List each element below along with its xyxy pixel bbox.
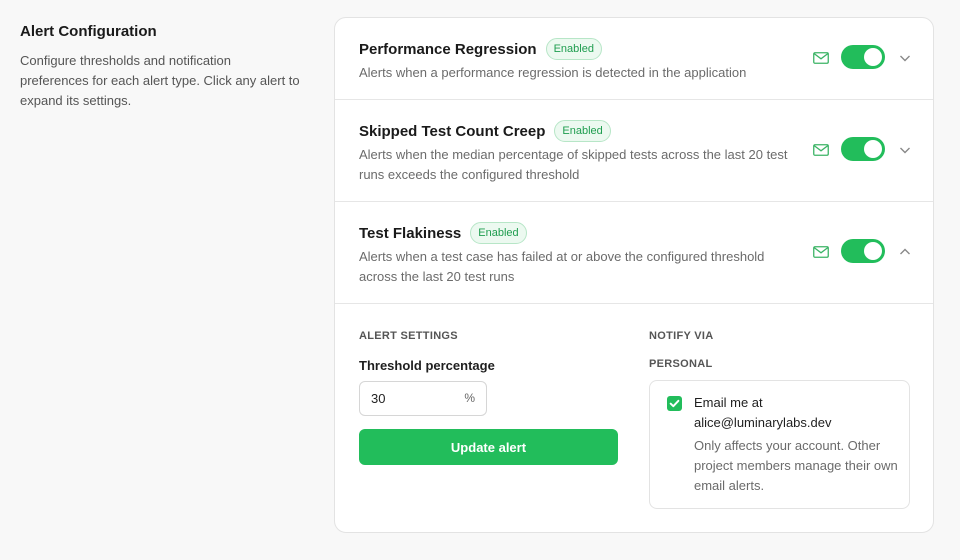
- email-checkbox[interactable]: [667, 396, 682, 411]
- chevron-up-icon[interactable]: [899, 245, 911, 257]
- chevron-down-icon[interactable]: [899, 143, 911, 155]
- alert-config-card: Performance Regression Enabled Alerts wh…: [334, 17, 934, 533]
- percent-unit: %: [464, 391, 475, 405]
- alert-description: Alerts when a test case has failed at or…: [359, 249, 765, 284]
- personal-email-option: Email me at alice@luminarylabs.dev Only …: [649, 380, 910, 509]
- email-address: alice@luminarylabs.dev: [694, 415, 832, 430]
- alert-enabled-toggle[interactable]: [841, 45, 885, 69]
- chevron-down-icon[interactable]: [899, 51, 911, 63]
- alert-row-skipped-test-count-creep[interactable]: Skipped Test Count Creep Enabled Alerts …: [335, 100, 933, 202]
- mail-icon[interactable]: [813, 143, 829, 156]
- mail-icon[interactable]: [813, 245, 829, 258]
- update-alert-button[interactable]: Update alert: [359, 429, 618, 465]
- status-badge: Enabled: [554, 120, 611, 142]
- alert-name: Test Flakiness: [359, 224, 462, 242]
- email-option-note: Only affects your account. Other project…: [694, 438, 898, 493]
- alert-enabled-toggle[interactable]: [841, 239, 885, 263]
- alert-name: Skipped Test Count Creep: [359, 122, 546, 140]
- mail-icon[interactable]: [813, 51, 829, 64]
- alert-settings-panel: ALERT SETTINGS Threshold percentage % Up…: [335, 304, 933, 532]
- alert-description: Alerts when the median percentage of ski…: [359, 147, 788, 182]
- email-prefix: Email me at: [694, 395, 763, 410]
- alert-header: Skipped Test Count Creep Enabled: [359, 120, 611, 142]
- toggle-knob: [864, 140, 882, 158]
- alert-description: Alerts when a performance regression is …: [359, 65, 747, 80]
- alert-row-test-flakiness[interactable]: Test Flakiness Enabled Alerts when a tes…: [335, 202, 933, 304]
- alert-header: Test Flakiness Enabled: [359, 222, 527, 244]
- alert-header: Performance Regression Enabled: [359, 38, 602, 60]
- threshold-field[interactable]: %: [359, 381, 487, 416]
- alert-controls: [813, 239, 911, 263]
- status-badge: Enabled: [470, 222, 527, 244]
- toggle-knob: [864, 242, 882, 260]
- threshold-label: Threshold percentage: [359, 358, 495, 373]
- section-title: Alert Configuration: [20, 23, 157, 40]
- alert-enabled-toggle[interactable]: [841, 137, 885, 161]
- alert-name: Performance Regression: [359, 40, 537, 58]
- email-option-label: Email me at alice@luminarylabs.dev: [694, 393, 831, 433]
- section-intro: Alert Configuration Configure thresholds…: [20, 22, 300, 111]
- check-icon: [669, 399, 680, 408]
- alert-row-performance-regression[interactable]: Performance Regression Enabled Alerts wh…: [335, 18, 933, 100]
- section-description: Configure thresholds and notification pr…: [20, 53, 300, 108]
- status-badge: Enabled: [545, 38, 602, 60]
- alert-settings-heading: ALERT SETTINGS: [359, 330, 458, 342]
- toggle-knob: [864, 48, 882, 66]
- alert-controls: [813, 45, 911, 69]
- notify-via-heading: NOTIFY VIA: [649, 330, 714, 342]
- alert-controls: [813, 137, 911, 161]
- personal-heading: PERSONAL: [649, 358, 713, 370]
- threshold-input[interactable]: [371, 382, 451, 415]
